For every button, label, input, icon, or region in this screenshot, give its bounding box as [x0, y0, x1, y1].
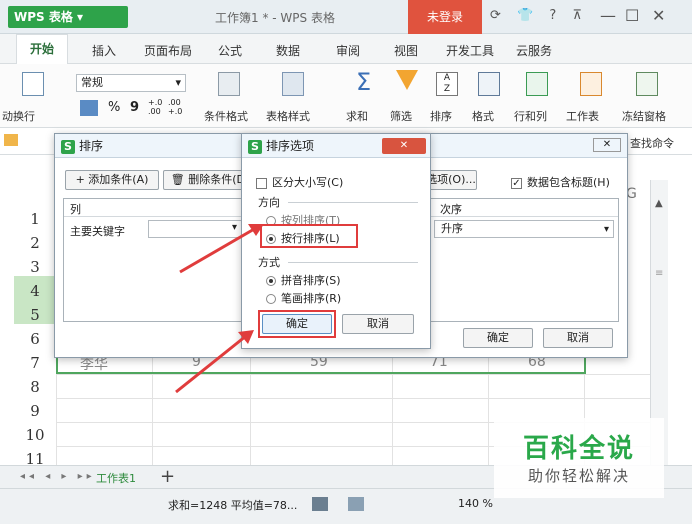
sheet-tab-1[interactable]: 工作表1 — [96, 470, 136, 486]
page-break-view-icon[interactable] — [348, 497, 364, 511]
add-sheet-icon[interactable]: + — [160, 466, 175, 487]
arrow-to-by-row — [179, 226, 257, 274]
arrow-to-ok — [175, 334, 247, 394]
zoom-level[interactable]: 140 % — [458, 497, 493, 510]
sheet-nav-icons[interactable]: ◂◂ ◂ ▸ ▸▸ — [20, 471, 96, 482]
status-summary: 求和=1248 平均值=78... — [168, 499, 298, 512]
normal-view-icon[interactable] — [312, 497, 328, 511]
watermark-subtitle: 助你轻松解决 — [527, 467, 630, 485]
watermark: 百科全说 助你轻松解决 — [494, 418, 664, 498]
watermark-title: 百科全说 — [522, 434, 635, 464]
